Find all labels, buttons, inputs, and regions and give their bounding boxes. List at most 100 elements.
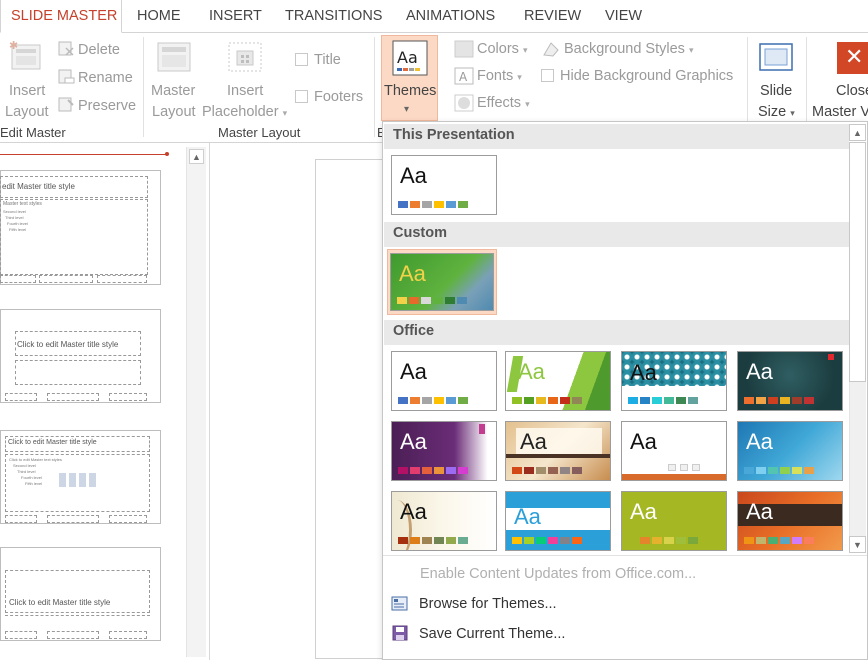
thumbnail-body-line: Second level bbox=[13, 463, 36, 468]
themes-gallery-dropdown: This Presentation Aa Custom Aa Office Aa… bbox=[382, 121, 868, 660]
tab-review[interactable]: REVIEW bbox=[524, 0, 581, 33]
thumbnail-body-line: Third level bbox=[17, 469, 36, 474]
themes-gallery-scrollbar[interactable]: ▲ ▼ bbox=[849, 124, 867, 554]
preserve-label: Preserve bbox=[78, 98, 137, 114]
theme-savon[interactable]: Aa bbox=[621, 491, 727, 551]
hide-background-label: Hide Background Graphics bbox=[560, 68, 734, 84]
thumbnail-footer-placeholder bbox=[5, 631, 37, 639]
thumbnail-footer-placeholder bbox=[109, 515, 147, 523]
theme-facet[interactable]: Aa bbox=[505, 351, 611, 411]
title-checkbox-box bbox=[295, 53, 308, 66]
themes-icon: Aa bbox=[392, 40, 428, 76]
scroll-thumb[interactable] bbox=[849, 142, 866, 382]
slide-thumbnail-3[interactable]: Click to edit Master title style Click t… bbox=[0, 430, 161, 524]
preserve-icon bbox=[58, 97, 74, 112]
svg-text:A: A bbox=[459, 70, 468, 84]
theme-retrospect[interactable]: Aa bbox=[505, 421, 611, 481]
theme-office[interactable]: Aa bbox=[391, 351, 497, 411]
insert-layout-label-1: Insert bbox=[9, 83, 46, 99]
thumbnails-scrollbar[interactable]: ▲ bbox=[186, 147, 206, 657]
theme-sample-text: Aa bbox=[400, 499, 427, 524]
thumbnail-body-line: Second level bbox=[3, 209, 26, 214]
theme-custom[interactable]: Aa bbox=[390, 253, 494, 311]
master-layout-label-2: Layout bbox=[152, 104, 196, 120]
slide-size-label-1: Slide bbox=[760, 83, 793, 99]
theme-integral[interactable]: Aa bbox=[621, 351, 727, 411]
thumbnail-footer-placeholder bbox=[5, 393, 37, 401]
close-master-view-label-1: Close bbox=[836, 83, 868, 99]
tab-transitions[interactable]: TRANSITIONS bbox=[285, 0, 382, 33]
slide-thumbnails-pane: edit Master title style Master text styl… bbox=[0, 143, 210, 660]
insert-layout-icon: ✱ bbox=[9, 39, 41, 70]
rename-label: Rename bbox=[78, 70, 133, 86]
scroll-down-icon[interactable]: ▼ bbox=[849, 536, 866, 553]
scroll-track[interactable] bbox=[849, 382, 866, 536]
tab-animations[interactable]: ANIMATIONS bbox=[406, 0, 495, 33]
master-layout-group-label: Master Layout bbox=[218, 125, 301, 140]
theme-current[interactable]: Aa bbox=[391, 155, 497, 215]
close-master-view-label-2: Master V bbox=[812, 104, 868, 120]
slide-thumbnail-2[interactable]: Click to edit Master title style bbox=[0, 309, 161, 403]
theme-organic[interactable]: Aa bbox=[391, 421, 497, 481]
tab-slide-master[interactable]: SLIDE MASTER bbox=[0, 0, 122, 33]
delete-icon bbox=[58, 41, 74, 56]
section-custom: Custom bbox=[384, 222, 849, 247]
theme-ion-boardroom[interactable]: Aa bbox=[737, 351, 843, 411]
insert-placeholder-label-2: Placeholder ▾ bbox=[202, 104, 288, 120]
effects-label: Effects ▾ bbox=[477, 95, 530, 111]
thumbnail-content-icons bbox=[59, 473, 99, 487]
themes-caret-icon: ▾ bbox=[404, 104, 410, 115]
theme-berlin[interactable]: Aa bbox=[737, 491, 843, 551]
rename-icon bbox=[58, 69, 75, 84]
browse-for-themes-label: Browse for Themes... bbox=[419, 596, 557, 612]
insert-placeholder-icon bbox=[228, 42, 262, 72]
enable-content-updates-label: Enable Content Updates from Office.com..… bbox=[420, 566, 697, 582]
tab-insert[interactable]: INSERT bbox=[209, 0, 262, 33]
delete-label: Delete bbox=[78, 42, 120, 58]
save-disk-icon bbox=[392, 625, 408, 641]
theme-dark-band bbox=[506, 454, 610, 458]
thumbnail-body-line: Third level bbox=[5, 215, 24, 220]
tab-home[interactable]: HOME bbox=[137, 0, 181, 33]
slide-thumbnail-1[interactable]: edit Master title style Master text styl… bbox=[0, 170, 161, 285]
thumbnail-title: edit Master title style bbox=[2, 182, 75, 191]
theme-sample-text: Aa bbox=[400, 163, 427, 188]
thumbnail-footer-placeholder bbox=[47, 393, 99, 401]
thumbnail-footer-placeholder bbox=[5, 515, 37, 523]
scroll-up-icon[interactable]: ▲ bbox=[189, 149, 204, 164]
insert-layout-label-2: Layout bbox=[5, 104, 49, 120]
save-current-theme-label: Save Current Theme... bbox=[419, 626, 566, 642]
thumbnail-footer-placeholder bbox=[47, 515, 99, 523]
themes-icon-text: Aa bbox=[397, 48, 418, 67]
slide-editing-area bbox=[211, 143, 395, 660]
thumbnail-body-line: Click to edit Master text styles bbox=[9, 457, 62, 462]
background-styles-label: Background Styles ▾ bbox=[564, 41, 694, 57]
section-office: Office bbox=[384, 320, 849, 345]
theme-sample-text: Aa bbox=[630, 499, 657, 524]
browse-folder-icon bbox=[391, 596, 408, 611]
group-separator bbox=[374, 37, 375, 137]
insert-placeholder-label-1: Insert bbox=[227, 83, 264, 99]
fonts-label: Fonts ▾ bbox=[477, 68, 522, 84]
theme-sample-text: Aa bbox=[514, 504, 541, 529]
thumbnail-footer-placeholder bbox=[0, 275, 36, 283]
theme-sample-text: Aa bbox=[399, 261, 426, 286]
thumbnail-title: Click to edit Master title style bbox=[17, 340, 119, 349]
scroll-up-icon[interactable]: ▲ bbox=[849, 124, 866, 141]
thumbnail-divider-dot bbox=[165, 152, 169, 156]
tab-view[interactable]: VIEW bbox=[605, 0, 642, 33]
edit-master-group-label: Edit Master bbox=[0, 125, 66, 140]
theme-sample-text: Aa bbox=[520, 429, 547, 454]
theme-wisp[interactable]: Aa bbox=[391, 491, 497, 551]
theme-accent-square bbox=[828, 354, 834, 360]
themes-button[interactable]: Aa Themes ▾ bbox=[381, 35, 438, 121]
theme-ion[interactable]: Aa bbox=[737, 421, 843, 481]
thumbnail-footer-placeholder bbox=[39, 275, 93, 283]
slide-thumbnail-4[interactable]: Click to edit Master title style bbox=[0, 547, 161, 641]
slide-size-label-2: Size ▾ bbox=[758, 104, 795, 120]
master-layout-icon bbox=[157, 42, 191, 72]
theme-sample-text: Aa bbox=[400, 359, 427, 384]
thumbnail-title: Click to edit Master title style bbox=[9, 598, 111, 607]
theme-slice[interactable]: Aa bbox=[621, 421, 727, 481]
theme-banded[interactable]: Aa bbox=[505, 491, 611, 551]
